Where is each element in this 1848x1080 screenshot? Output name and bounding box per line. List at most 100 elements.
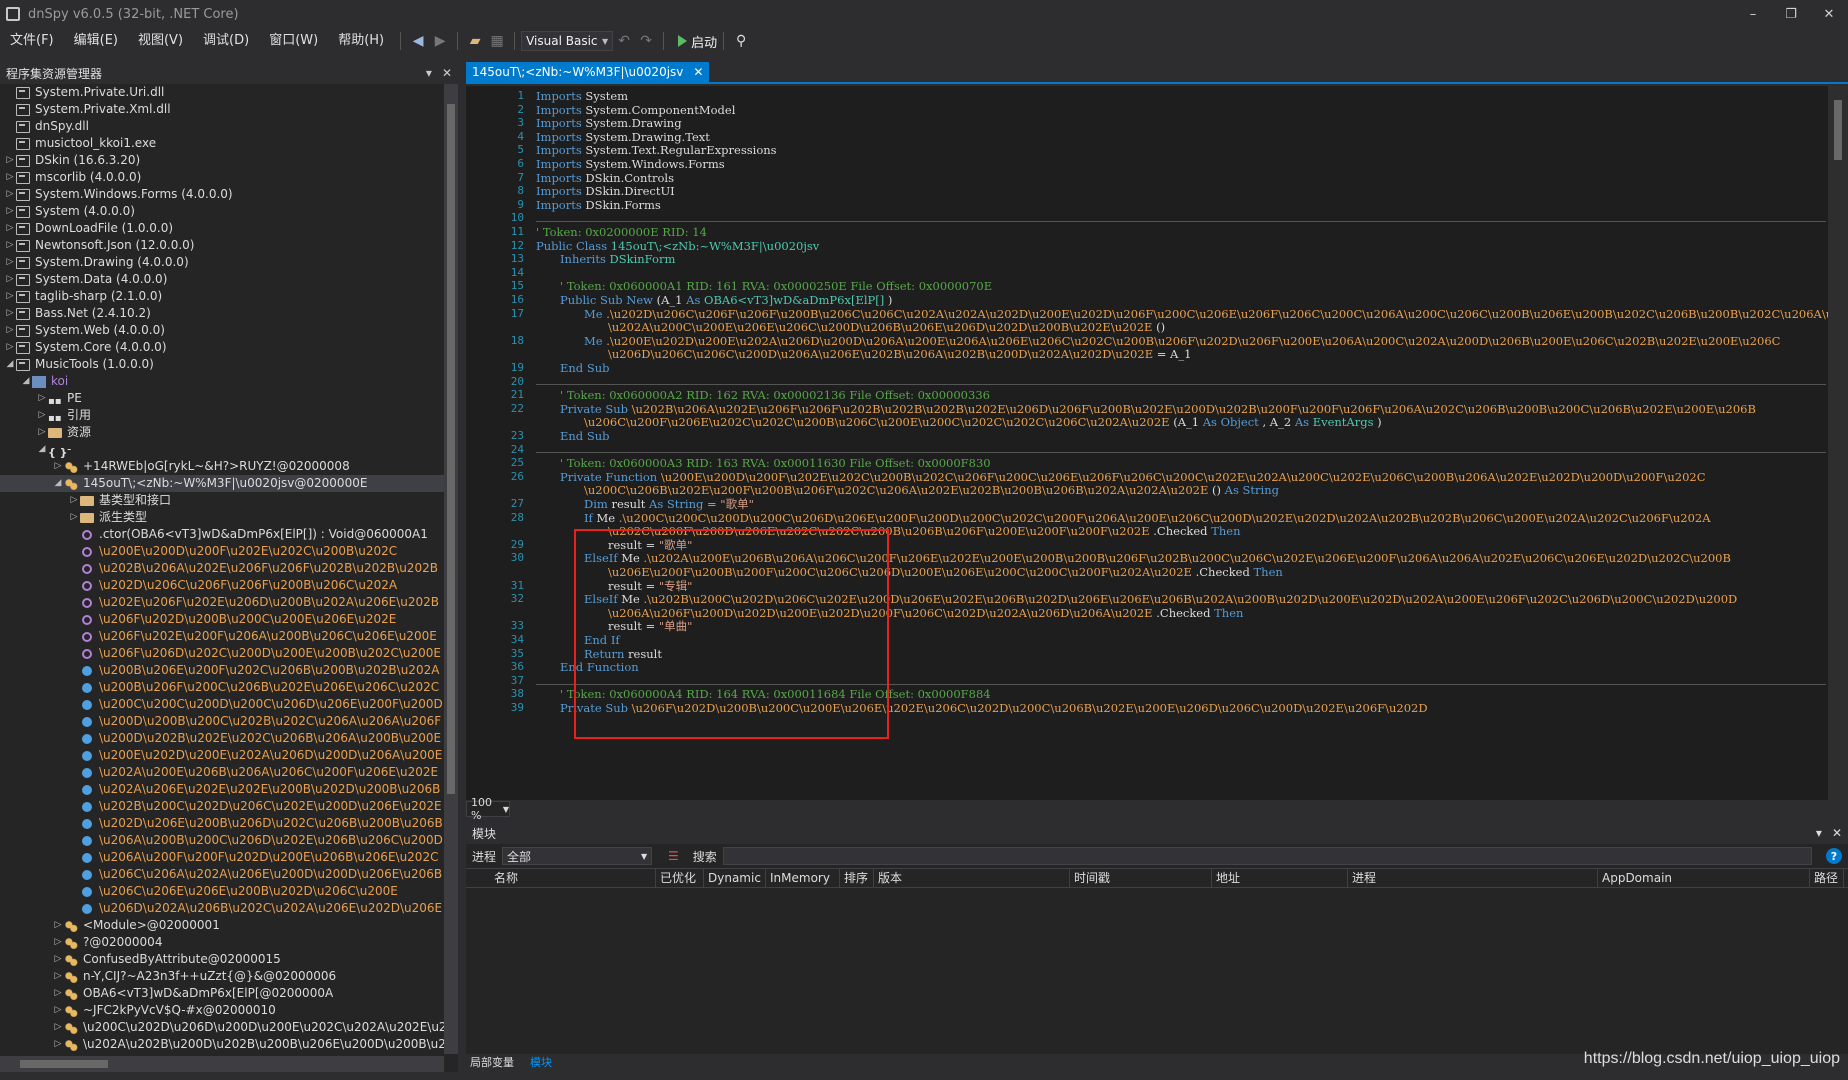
start-debug-button[interactable]: 启动 [678, 32, 717, 51]
menu-view[interactable]: 视图(V) [128, 28, 193, 54]
expand-toggle-icon[interactable]: ▷ [68, 509, 80, 526]
column-header[interactable]: 时间戳 [1070, 868, 1212, 888]
panel-menu-icon[interactable]: ▾ [426, 66, 432, 80]
tree-node[interactable]: dnSpy.dll [0, 118, 444, 135]
tree-node[interactable]: \u206F\u202E\u200F\u206A\u200B\u206C\u20… [0, 628, 444, 645]
expand-toggle-icon[interactable]: ▷ [52, 1036, 64, 1053]
tree-node[interactable]: ▷ ▪▪ 引用 [0, 407, 444, 424]
expand-toggle-icon[interactable]: ▷ [52, 968, 64, 985]
tree-node[interactable]: \u200E\u200D\u200F\u202E\u202C\u200B\u20… [0, 543, 444, 560]
expand-toggle-icon[interactable]: ▷ [4, 288, 16, 305]
tree-node[interactable]: .ctor(OBA6<vT3]wD&aDmP6x[ElP[]) : Void @… [0, 526, 444, 543]
expand-toggle-icon[interactable]: ▷ [4, 339, 16, 356]
minimize-button[interactable]: – [1734, 0, 1772, 28]
close-tab-icon[interactable]: ✕ [693, 65, 703, 79]
expand-toggle-icon[interactable]: ◢ [4, 356, 16, 373]
expand-toggle-icon[interactable]: ▷ [52, 934, 64, 951]
tree-node[interactable]: ▷ \u200C\u202D\u206D\u200D\u200E\u202C\u2… [0, 1019, 444, 1036]
expand-toggle-icon[interactable]: ▷ [4, 271, 16, 288]
panel-close-icon[interactable]: ✕ [442, 66, 452, 80]
column-header[interactable]: 名称 [466, 868, 656, 888]
search-icon[interactable]: ⚲ [730, 30, 752, 52]
tree-node[interactable]: ▷ Bass.Net (2.4.10.2) [0, 305, 444, 322]
tree-node[interactable]: ▷ Newtonsoft.Json (12.0.0.0) [0, 237, 444, 254]
tree-node[interactable]: ▷ System.Core (4.0.0.0) [0, 339, 444, 356]
search-input[interactable] [722, 847, 1812, 865]
language-select[interactable]: Visual Basic ▼ [521, 31, 614, 51]
column-header[interactable]: 路径 [1810, 868, 1844, 888]
maximize-button[interactable]: ❐ [1772, 0, 1810, 28]
tree-node[interactable]: \u202D\u206C\u206F\u206F\u200B\u206C\u20… [0, 577, 444, 594]
tree-node[interactable]: ▷ n-Y,CIJ?~A23n3f++uZzt{@}& @02000006 [0, 968, 444, 985]
back-icon[interactable]: ◀ [407, 30, 429, 52]
close-button[interactable]: ✕ [1810, 0, 1848, 28]
undo-icon[interactable]: ↶ [613, 30, 635, 52]
tree-node[interactable]: ▷ OBA6<vT3]wD&aDmP6x[ElP[ @0200000A [0, 985, 444, 1002]
tree-node[interactable]: ▷ ConfusedByAttribute @02000015 [0, 951, 444, 968]
expand-toggle-icon[interactable]: ▷ [68, 492, 80, 509]
tree-node[interactable]: System.Private.Uri.dll [0, 84, 444, 101]
expand-toggle-icon[interactable]: ▷ [52, 951, 64, 968]
zoom-select[interactable]: 100 % ▼ [466, 796, 510, 822]
tree-node[interactable]: ◢{ } - [0, 441, 444, 459]
tree-node[interactable]: \u202E\u206F\u202E\u206D\u200B\u202A\u20… [0, 594, 444, 611]
column-header[interactable]: 已优化 [656, 868, 704, 888]
help-icon[interactable]: ? [1826, 848, 1842, 864]
expand-toggle-icon[interactable]: ▷ [4, 237, 16, 254]
tree-node[interactable]: \u200D\u200B\u200C\u202B\u202C\u206A\u20… [0, 713, 444, 730]
editor-vertical-scrollbar[interactable] [1828, 86, 1848, 800]
expand-toggle-icon[interactable]: ◢ [52, 475, 64, 492]
expand-toggle-icon[interactable]: ◢ [36, 441, 48, 458]
tree-node[interactable]: ▷ 基类型和接口 [0, 492, 444, 509]
expand-toggle-icon[interactable]: ▷ [4, 186, 16, 203]
expand-toggle-icon[interactable]: ▷ [52, 985, 64, 1002]
expand-toggle-icon[interactable]: ▷ [52, 458, 64, 475]
tree-node[interactable]: ▷ System.Drawing (4.0.0.0) [0, 254, 444, 271]
tree-node[interactable]: \u200B\u206E\u200F\u202C\u206B\u200B\u20… [0, 662, 444, 679]
expand-toggle-icon[interactable]: ▷ [4, 203, 16, 220]
menu-window[interactable]: 窗口(W) [259, 28, 328, 54]
tree-node[interactable]: ◢ koi [0, 373, 444, 390]
tab-modules[interactable]: 模块 [526, 1054, 556, 1072]
panel-menu-icon[interactable]: ▾ [1816, 826, 1822, 840]
expand-toggle-icon[interactable]: ▷ [52, 1002, 64, 1019]
column-header[interactable]: 排序 [840, 868, 874, 888]
expand-toggle-icon[interactable]: ▷ [4, 169, 16, 186]
tree-node[interactable]: \u206C\u206A\u202A\u206E\u200D\u200D\u20… [0, 866, 444, 883]
tab-locals[interactable]: 局部变量 [466, 1054, 518, 1072]
redo-icon[interactable]: ↷ [635, 30, 657, 52]
tree-node[interactable]: \u202D\u206E\u200B\u206D\u202C\u206B\u20… [0, 815, 444, 832]
forward-icon[interactable]: ▶ [429, 30, 451, 52]
tree-node[interactable]: \u206A\u200B\u200C\u206D\u202E\u206B\u20… [0, 832, 444, 849]
tree-node[interactable]: ▷ 派生类型 [0, 509, 444, 526]
tree-node[interactable]: \u200E\u202D\u200E\u202A\u206D\u200D\u20… [0, 747, 444, 764]
expand-toggle-icon[interactable]: ▷ [52, 917, 64, 934]
tree-node[interactable]: \u200B\u206F\u200C\u206B\u202E\u206E\u20… [0, 679, 444, 696]
process-select[interactable]: 全部 ▼ [502, 847, 653, 865]
tree-node[interactable]: ▷ taglib-sharp (2.1.0.0) [0, 288, 444, 305]
tree-node[interactable]: \u202B\u206A\u202E\u206F\u206F\u202B\u20… [0, 560, 444, 577]
tree-node[interactable]: musictool_kkoi1.exe [0, 135, 444, 152]
tree-node[interactable]: ▷ +14RWEb|oG[rykL~&H?>RUYZ! @02000008 [0, 458, 444, 475]
tree-node[interactable]: \u200C\u200C\u200D\u200C\u206D\u206E\u20… [0, 696, 444, 713]
tree-node[interactable]: ▷ System.Windows.Forms (4.0.0.0) [0, 186, 444, 203]
expand-toggle-icon[interactable]: ▷ [4, 152, 16, 169]
expand-toggle-icon[interactable]: ▷ [4, 254, 16, 271]
save-all-icon[interactable]: ▦ [486, 30, 508, 52]
column-header[interactable]: AppDomain [1598, 868, 1810, 888]
tree-node[interactable]: System.Private.Xml.dll [0, 101, 444, 118]
tree-node[interactable]: \u202B\u200C\u202D\u206C\u202E\u200D\u20… [0, 798, 444, 815]
menu-help[interactable]: 帮助(H) [328, 28, 394, 54]
column-header[interactable]: InMemory [766, 868, 840, 888]
tree-node[interactable]: ▷ DownLoadFile (1.0.0.0) [0, 220, 444, 237]
tree-vertical-scrollbar[interactable] [444, 84, 458, 1054]
tree-node[interactable]: \u200D\u202B\u202E\u202C\u206B\u206A\u20… [0, 730, 444, 747]
tree-node[interactable]: ▷ System (4.0.0.0) [0, 203, 444, 220]
tree-node[interactable]: ◢ 145ouT\;<zNb:~W%M3F|\u0020jsv @0200000E [0, 475, 444, 492]
column-header[interactable]: 版本 [874, 868, 1070, 888]
tree-node[interactable]: \u206F\u202D\u200B\u200C\u200E\u206E\u20… [0, 611, 444, 628]
column-header[interactable]: Dynamic [704, 868, 766, 888]
tree-node[interactable]: \u202A\u206E\u202E\u202E\u200B\u202D\u20… [0, 781, 444, 798]
open-folder-icon[interactable]: ▰ [464, 30, 486, 52]
expand-toggle-icon[interactable]: ▷ [36, 407, 48, 424]
